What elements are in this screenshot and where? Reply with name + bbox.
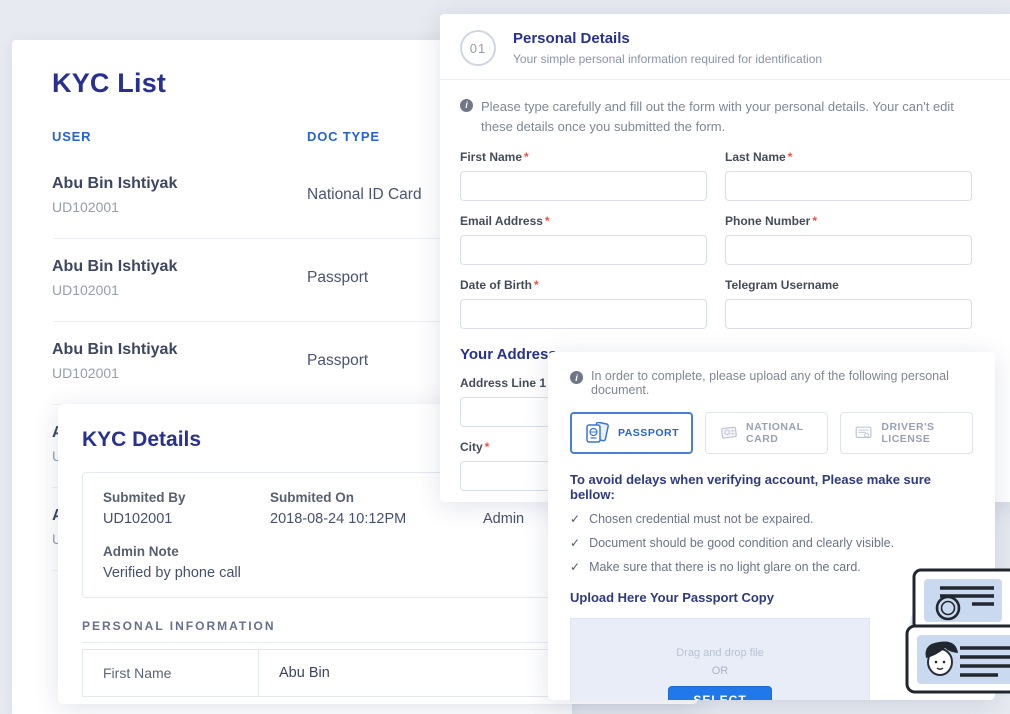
required-asterisk: * (534, 278, 539, 292)
list-item: ✓ Document should be good condition and … (570, 536, 973, 550)
required-asterisk: * (485, 440, 490, 454)
personal-details-title: Personal Details (513, 30, 822, 47)
tips-title: To avoid delays when verifying account, … (570, 472, 973, 502)
first-name-label: First Name* (460, 150, 707, 164)
last-name-label: Last Name* (725, 150, 972, 164)
submitted-on-value: 2018-08-24 10:12PM (270, 511, 483, 527)
first-name-field[interactable] (460, 171, 707, 201)
required-asterisk: * (524, 150, 529, 164)
dob-field[interactable] (460, 299, 707, 329)
user-name: Abu Bin Ishtiyak (52, 175, 307, 193)
email-field[interactable] (460, 235, 707, 265)
user-name: Abu Bin Ishtiyak (52, 258, 307, 276)
user-id: UD102001 (52, 199, 307, 215)
list-item: ✓ Chosen credential must not be expaired… (570, 512, 973, 526)
required-asterisk: * (812, 214, 817, 228)
step-number-badge: 01 (460, 30, 496, 66)
doc-option-label: PASSPORT (618, 427, 679, 439)
email-label: Email Address* (460, 214, 707, 228)
passport-icon (584, 422, 610, 444)
drivers-license-icon (854, 422, 873, 444)
dropzone-or-separator: OR (712, 665, 729, 677)
submitted-by-label: Submited By (103, 490, 270, 505)
phone-field[interactable] (725, 235, 972, 265)
doc-option-label: NATIONAL CARD (746, 421, 814, 445)
kyc-admin-screen: { "colors": { "page_bg": "#e7eaf0", "tit… (0, 0, 1010, 714)
id-card-front (914, 570, 1010, 630)
last-name-field[interactable] (725, 171, 972, 201)
required-asterisk: * (788, 150, 793, 164)
personal-details-subtitle: Your simple personal information require… (513, 52, 822, 66)
check-icon: ✓ (570, 560, 580, 574)
column-header-user[interactable]: USER (52, 129, 307, 144)
user-id: UD102001 (52, 365, 307, 381)
form-notice-text: Please type carefully and fill out the f… (481, 97, 988, 137)
check-icon: ✓ (570, 536, 580, 550)
file-dropzone[interactable]: Drag and drop file OR SELECT (570, 618, 870, 700)
select-file-button[interactable]: SELECT (668, 686, 772, 701)
field-label-cell: First Name (83, 650, 259, 696)
doc-option-national-card[interactable]: NATIONAL CARD (705, 412, 828, 454)
user-name: Abu Bin Ishtiyak (52, 341, 307, 359)
info-icon: i (570, 371, 583, 384)
doc-option-passport[interactable]: PASSPORT (570, 412, 693, 454)
upload-notice-text: In order to complete, please upload any … (591, 369, 973, 397)
user-id: UD102001 (52, 282, 307, 298)
telegram-field[interactable] (725, 299, 972, 329)
doc-option-drivers-license[interactable]: DRIVER'S LICENSE (840, 412, 973, 454)
required-asterisk: * (545, 214, 550, 228)
telegram-label: Telegram Username (725, 278, 972, 292)
dob-label: Date of Birth* (460, 278, 707, 292)
dropzone-hint: Drag and drop file (676, 647, 763, 659)
phone-label: Phone Number* (725, 214, 972, 228)
submitted-by-value: UD102001 (103, 511, 270, 527)
doc-option-label: DRIVER'S LICENSE (881, 421, 959, 445)
id-cards-illustration (898, 560, 1010, 710)
id-card-photo (907, 626, 1010, 692)
national-card-icon (719, 422, 738, 444)
info-icon: i (460, 99, 473, 112)
check-icon: ✓ (570, 512, 580, 526)
